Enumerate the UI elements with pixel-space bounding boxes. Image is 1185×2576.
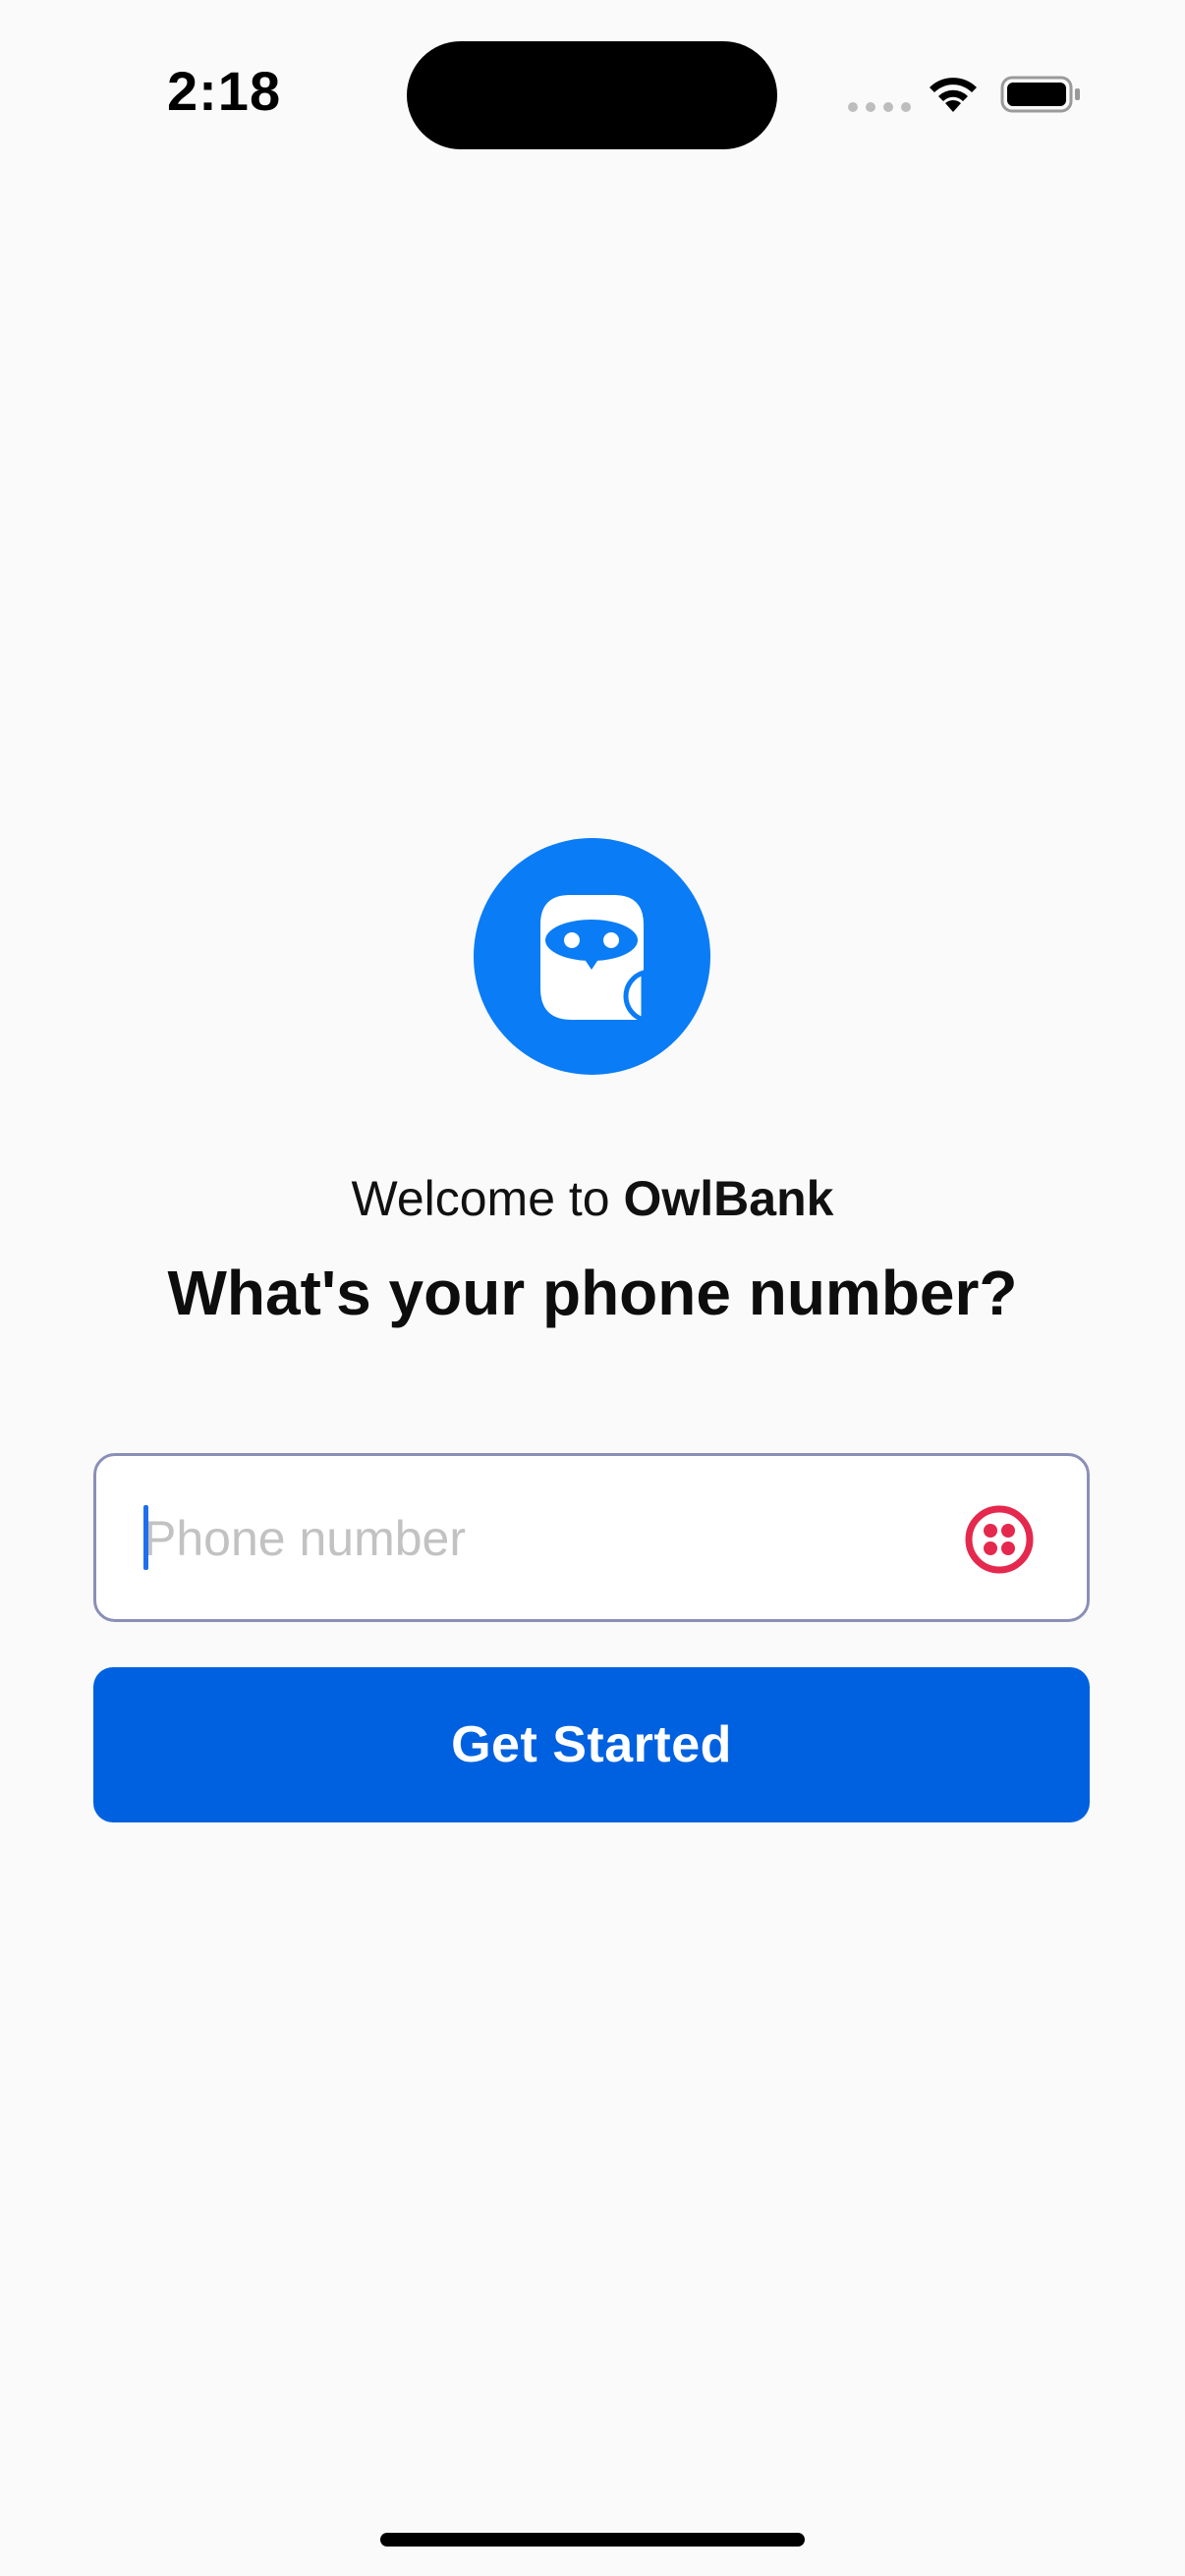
welcome-prefix: Welcome to [351,1171,624,1226]
owlbank-logo [474,838,710,1075]
welcome-text: Welcome to OwlBank [0,1169,1185,1228]
status-bar: 2:18 [0,0,1185,187]
status-time: 2:18 [167,60,282,122]
text-cursor [143,1505,148,1570]
get-started-button[interactable]: Get Started [93,1667,1090,1822]
app-name: OwlBank [623,1171,834,1226]
owl-icon [540,895,647,1024]
dynamic-island [407,41,777,149]
cellular-signal-icon [848,102,911,112]
home-indicator[interactable] [380,2533,805,2547]
battery-icon [1000,76,1080,113]
wifi-icon [930,78,977,112]
phone-number-field[interactable] [93,1453,1090,1622]
phone-number-input[interactable] [143,1491,979,1586]
twilio-icon [965,1505,1034,1574]
page-title: What's your phone number? [167,1258,1018,1328]
